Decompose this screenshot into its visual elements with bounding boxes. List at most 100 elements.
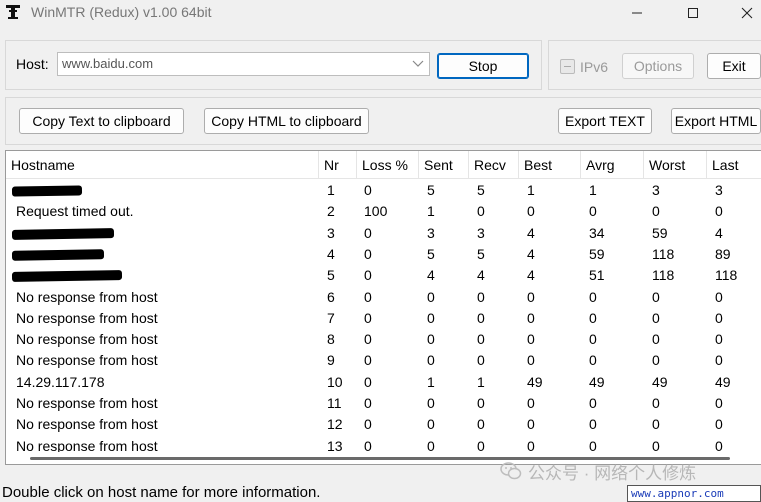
table-row[interactable]: 4 0 5 5 4 59 118 89 <box>6 244 761 265</box>
cell-best: 0 <box>527 416 535 433</box>
cell-recv: 0 <box>477 416 485 433</box>
cell-nr: 6 <box>327 288 335 305</box>
chevron-down-icon[interactable] <box>407 53 429 75</box>
column-header-recv[interactable]: Recv <box>469 151 519 179</box>
cell-sent: 1 <box>427 373 435 390</box>
watermark: 公众号 · 网络个人修炼 <box>500 458 750 484</box>
table-row[interactable]: No response from host 7 0 0 0 0 0 0 0 <box>6 308 761 329</box>
cell-sent: 0 <box>427 309 435 326</box>
watermark-text: 公众号 · 网络个人修炼 <box>528 463 697 483</box>
table-row[interactable]: 5 0 4 4 4 51 118 118 <box>6 265 761 286</box>
cell-last: 0 <box>715 416 723 433</box>
cell-avrg: 34 <box>589 224 605 241</box>
cell-nr: 7 <box>327 309 335 326</box>
stop-button[interactable]: Stop <box>437 53 529 79</box>
host-label: Host: <box>16 56 49 72</box>
cell-sent: 5 <box>427 182 435 198</box>
cell-best: 0 <box>527 395 535 411</box>
cell-worst: 0 <box>652 395 660 411</box>
exit-button[interactable]: Exit <box>707 53 761 79</box>
cell-recv: 0 <box>477 309 485 326</box>
column-header-loss[interactable]: Loss % <box>357 151 419 179</box>
results-list[interactable]: Hostname Nr Loss % Sent Recv Best Avrg W… <box>5 150 761 465</box>
cell-loss: 0 <box>364 373 372 390</box>
host-combobox[interactable]: www.baidu.com <box>57 52 430 76</box>
cell-last: 0 <box>715 352 723 369</box>
cell-hostname: 14.29.117.178 <box>16 373 105 390</box>
column-header-last[interactable]: Last <box>707 151 761 179</box>
cell-worst: 0 <box>652 331 660 348</box>
cell-recv: 5 <box>477 182 485 198</box>
status-text: Double click on host name for more infor… <box>2 484 321 501</box>
cell-last: 4 <box>715 224 723 241</box>
table-row[interactable]: 14.29.117.178 10 0 1 1 49 49 49 49 <box>6 372 761 393</box>
cell-hostname: No response from host <box>16 416 158 433</box>
cell-recv: 0 <box>477 352 485 369</box>
options-button[interactable]: Options <box>622 53 694 79</box>
cell-recv: 3 <box>477 224 485 241</box>
cell-last: 0 <box>715 331 723 348</box>
cell-loss: 0 <box>364 352 372 369</box>
table-row[interactable]: Request timed out. 2 100 1 0 0 0 0 0 <box>6 201 761 222</box>
cell-nr: 8 <box>327 331 335 348</box>
cell-last: 0 <box>715 203 723 220</box>
cell-sent: 0 <box>427 395 435 411</box>
cell-hostname: No response from host <box>16 395 158 411</box>
redacted-hostname <box>11 249 105 261</box>
cell-nr: 4 <box>327 245 335 262</box>
cell-best: 0 <box>527 352 535 369</box>
cell-last: 0 <box>715 395 723 411</box>
cell-sent: 0 <box>427 331 435 348</box>
cell-recv: 5 <box>477 245 485 262</box>
table-row[interactable]: 1 0 5 5 1 1 3 3 <box>6 180 761 201</box>
table-row[interactable]: No response from host 12 0 0 0 0 0 0 0 <box>6 414 761 435</box>
cell-sent: 5 <box>427 245 435 262</box>
column-header-nr[interactable]: Nr <box>319 151 357 179</box>
cell-best: 0 <box>527 288 535 305</box>
title-bar: WinMTR (Redux) v1.00 64bit <box>0 0 761 26</box>
cell-best: 4 <box>527 224 535 241</box>
cell-avrg: 49 <box>589 373 605 390</box>
cell-recv: 0 <box>477 203 485 220</box>
cell-worst: 0 <box>652 352 660 369</box>
cell-loss: 0 <box>364 331 372 348</box>
cell-loss: 0 <box>364 224 372 241</box>
cell-hostname: No response from host <box>16 352 158 369</box>
cell-sent: 0 <box>427 288 435 305</box>
minimize-icon[interactable] <box>614 0 660 26</box>
export-text-button[interactable]: Export TEXT <box>558 108 652 134</box>
copy-html-button[interactable]: Copy HTML to clipboard <box>204 108 369 134</box>
export-html-button[interactable]: Export HTML <box>671 108 761 134</box>
cell-last: 0 <box>715 288 723 305</box>
maximize-icon[interactable] <box>670 0 716 26</box>
cell-worst: 3 <box>652 182 660 198</box>
cell-avrg: 0 <box>589 416 597 433</box>
cell-hostname: No response from host <box>16 309 158 326</box>
copy-text-button[interactable]: Copy Text to clipboard <box>19 108 184 134</box>
table-row[interactable]: No response from host 11 0 0 0 0 0 0 0 <box>6 393 761 414</box>
cell-nr: 11 <box>327 395 342 411</box>
cell-best: 49 <box>527 373 543 390</box>
cell-worst: 118 <box>652 245 675 262</box>
cell-hostname: Request timed out. <box>16 203 134 220</box>
table-row[interactable]: 3 0 3 3 4 34 59 4 <box>6 223 761 244</box>
cell-hostname: No response from host <box>16 331 158 348</box>
column-header-avrg[interactable]: Avrg <box>581 151 644 179</box>
watermark-url: www.appnor.com <box>627 485 761 502</box>
table-row[interactable]: No response from host 8 0 0 0 0 0 0 0 <box>6 329 761 350</box>
ipv6-checkbox[interactable] <box>560 59 575 74</box>
close-icon[interactable] <box>724 0 761 26</box>
table-row[interactable]: No response from host 9 0 0 0 0 0 0 0 <box>6 350 761 371</box>
cell-hostname: No response from host <box>16 288 158 305</box>
host-input[interactable]: www.baidu.com <box>62 56 153 71</box>
cell-best: 1 <box>527 182 535 198</box>
cell-best: 0 <box>527 331 535 348</box>
cell-recv: 4 <box>477 267 485 284</box>
column-header-worst[interactable]: Worst <box>644 151 707 179</box>
column-header-hostname[interactable]: Hostname <box>6 151 319 179</box>
cell-nr: 1 <box>327 182 335 198</box>
column-header-sent[interactable]: Sent <box>419 151 469 179</box>
column-header-best[interactable]: Best <box>519 151 581 179</box>
table-row[interactable]: No response from host 6 0 0 0 0 0 0 0 <box>6 287 761 308</box>
cell-nr: 12 <box>327 416 343 433</box>
